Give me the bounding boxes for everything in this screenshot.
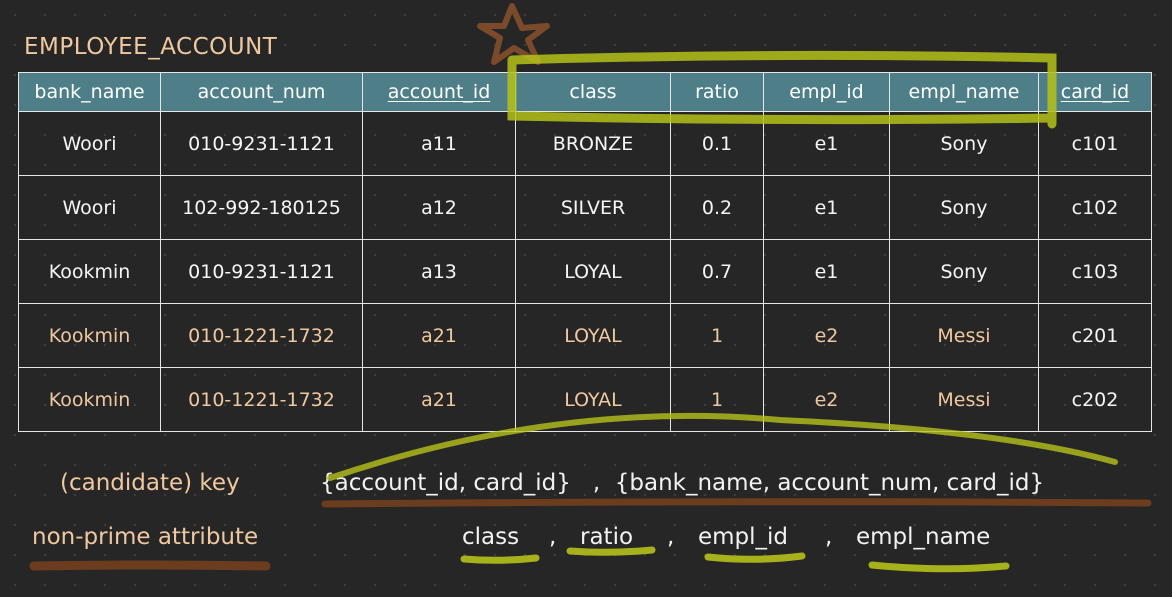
table-cell-empl-name: Sony [889, 175, 1039, 240]
table-cell-class: LOYAL [515, 239, 671, 304]
column-header-card-id: card_id [1038, 72, 1152, 112]
column-header-label: card_id [1060, 81, 1130, 103]
table-cell-bank-name: Kookmin [18, 239, 161, 304]
column-header-ratio: ratio [670, 72, 764, 112]
table-cell-class: LOYAL [515, 303, 671, 368]
table-cell-class: LOYAL [515, 367, 671, 432]
non-prime-item-class: class [462, 524, 520, 550]
non-prime-label: non-prime attribute [32, 524, 259, 550]
table-cell-account-id: a13 [362, 239, 516, 304]
table-header-row: bank_name account_num account_id class ratio… [18, 72, 1152, 112]
table-cell-account-num: 102-992-180125 [160, 175, 363, 240]
table-cell-empl-name: Messi [889, 303, 1039, 368]
table-cell-bank-name: Woori [18, 175, 161, 240]
table-cell-account-num: 010-1221-1732 [160, 303, 363, 368]
table-cell-card-id: c101 [1038, 111, 1152, 176]
table-row: Woori 010-9231-1121 a11 BRONZE 0.1 e1 Sony c101 [18, 111, 1152, 176]
table-cell-card-id: c102 [1038, 175, 1152, 240]
column-header-label: account_id [387, 81, 491, 103]
table-body: Woori 010-9231-1121 a11 BRONZE 0.1 e1 Sony c101… [18, 111, 1152, 432]
underline-class [460, 554, 540, 564]
table-cell-bank-name: Kookmin [18, 303, 161, 368]
column-header-label: account_num [197, 81, 326, 103]
column-header-label: bank_name [34, 81, 145, 103]
underline-candidate-key [321, 498, 1152, 508]
table-cell-bank-name: Woori [18, 111, 161, 176]
non-prime-item-empl-id: empl_id [698, 524, 789, 550]
table-row: Kookmin 010-1221-1732 a21 LOYAL 1 e2 Messi c201 [18, 303, 1152, 368]
table-cell-account-id: a21 [362, 303, 516, 368]
table-cell-ratio: 0.2 [670, 175, 764, 240]
underline-empl-name [868, 561, 1010, 573]
table-cell-empl-id: e1 [763, 239, 890, 304]
table-row: Kookmin 010-9231-1121 a13 LOYAL 0.7 e1 Sony c10… [18, 239, 1152, 304]
column-header-account-id: account_id [362, 72, 516, 112]
table-row: Kookmin 010-1221-1732 a21 LOYAL 1 e2 Messi c202 [18, 367, 1152, 432]
table-title: EMPLOYEE_ACCOUNT [24, 34, 278, 60]
table-cell-class: BRONZE [515, 111, 671, 176]
column-header-empl-id: empl_id [763, 72, 890, 112]
non-prime-item-empl-name: empl_name [856, 524, 991, 550]
candidate-key-label: (candidate) key [60, 470, 240, 496]
table-cell-class: SILVER [515, 175, 671, 240]
column-header-class: class [515, 72, 671, 112]
table-cell-account-id: a11 [362, 111, 516, 176]
column-header-account-num: account_num [160, 72, 363, 112]
table-cell-empl-id: e1 [763, 111, 890, 176]
table-cell-card-id: c103 [1038, 239, 1152, 304]
underline-ratio [566, 546, 656, 556]
table-cell-empl-name: Sony [889, 111, 1039, 176]
table-cell-ratio: 0.7 [670, 239, 764, 304]
table-cell-account-id: a12 [362, 175, 516, 240]
table-cell-ratio: 0.1 [670, 111, 764, 176]
table-cell-card-id: c201 [1038, 303, 1152, 368]
column-header-label: empl_name [908, 81, 1020, 103]
underline-non-prime-label [29, 560, 271, 571]
table-cell-account-id: a21 [362, 367, 516, 432]
underline-empl-id [704, 552, 806, 563]
table-cell-empl-name: Sony [889, 239, 1039, 304]
non-prime-separator: , [825, 524, 833, 550]
column-header-bank-name: bank_name [18, 72, 161, 112]
table-cell-empl-id: e1 [763, 175, 890, 240]
table-cell-empl-id: e2 [763, 367, 890, 432]
table-row: Woori 102-992-180125 a12 SILVER 0.2 e1 Sony c10… [18, 175, 1152, 240]
non-prime-separator: , [667, 524, 675, 550]
column-header-label: ratio [695, 81, 739, 103]
column-header-label: empl_id [789, 81, 864, 103]
table-cell-account-num: 010-1221-1732 [160, 367, 363, 432]
table-cell-ratio: 1 [670, 303, 764, 368]
table-cell-bank-name: Kookmin [18, 367, 161, 432]
table-cell-empl-id: e2 [763, 303, 890, 368]
table-cell-account-num: 010-9231-1121 [160, 111, 363, 176]
candidate-key-value: {account_id, card_id} , {bank_name, acco… [320, 470, 1045, 496]
star-doodle-icon [477, 3, 550, 65]
table-cell-empl-name: Messi [889, 367, 1039, 432]
column-header-empl-name: empl_name [889, 72, 1039, 112]
non-prime-item-ratio: ratio [580, 524, 634, 550]
employee-account-table: bank_name account_num account_id class ratio… [18, 72, 1152, 432]
table-cell-ratio: 1 [670, 367, 764, 432]
non-prime-separator: , [549, 524, 557, 550]
table-cell-card-id: c202 [1038, 367, 1152, 432]
table-cell-account-num: 010-9231-1121 [160, 239, 363, 304]
column-header-label: class [569, 81, 617, 103]
